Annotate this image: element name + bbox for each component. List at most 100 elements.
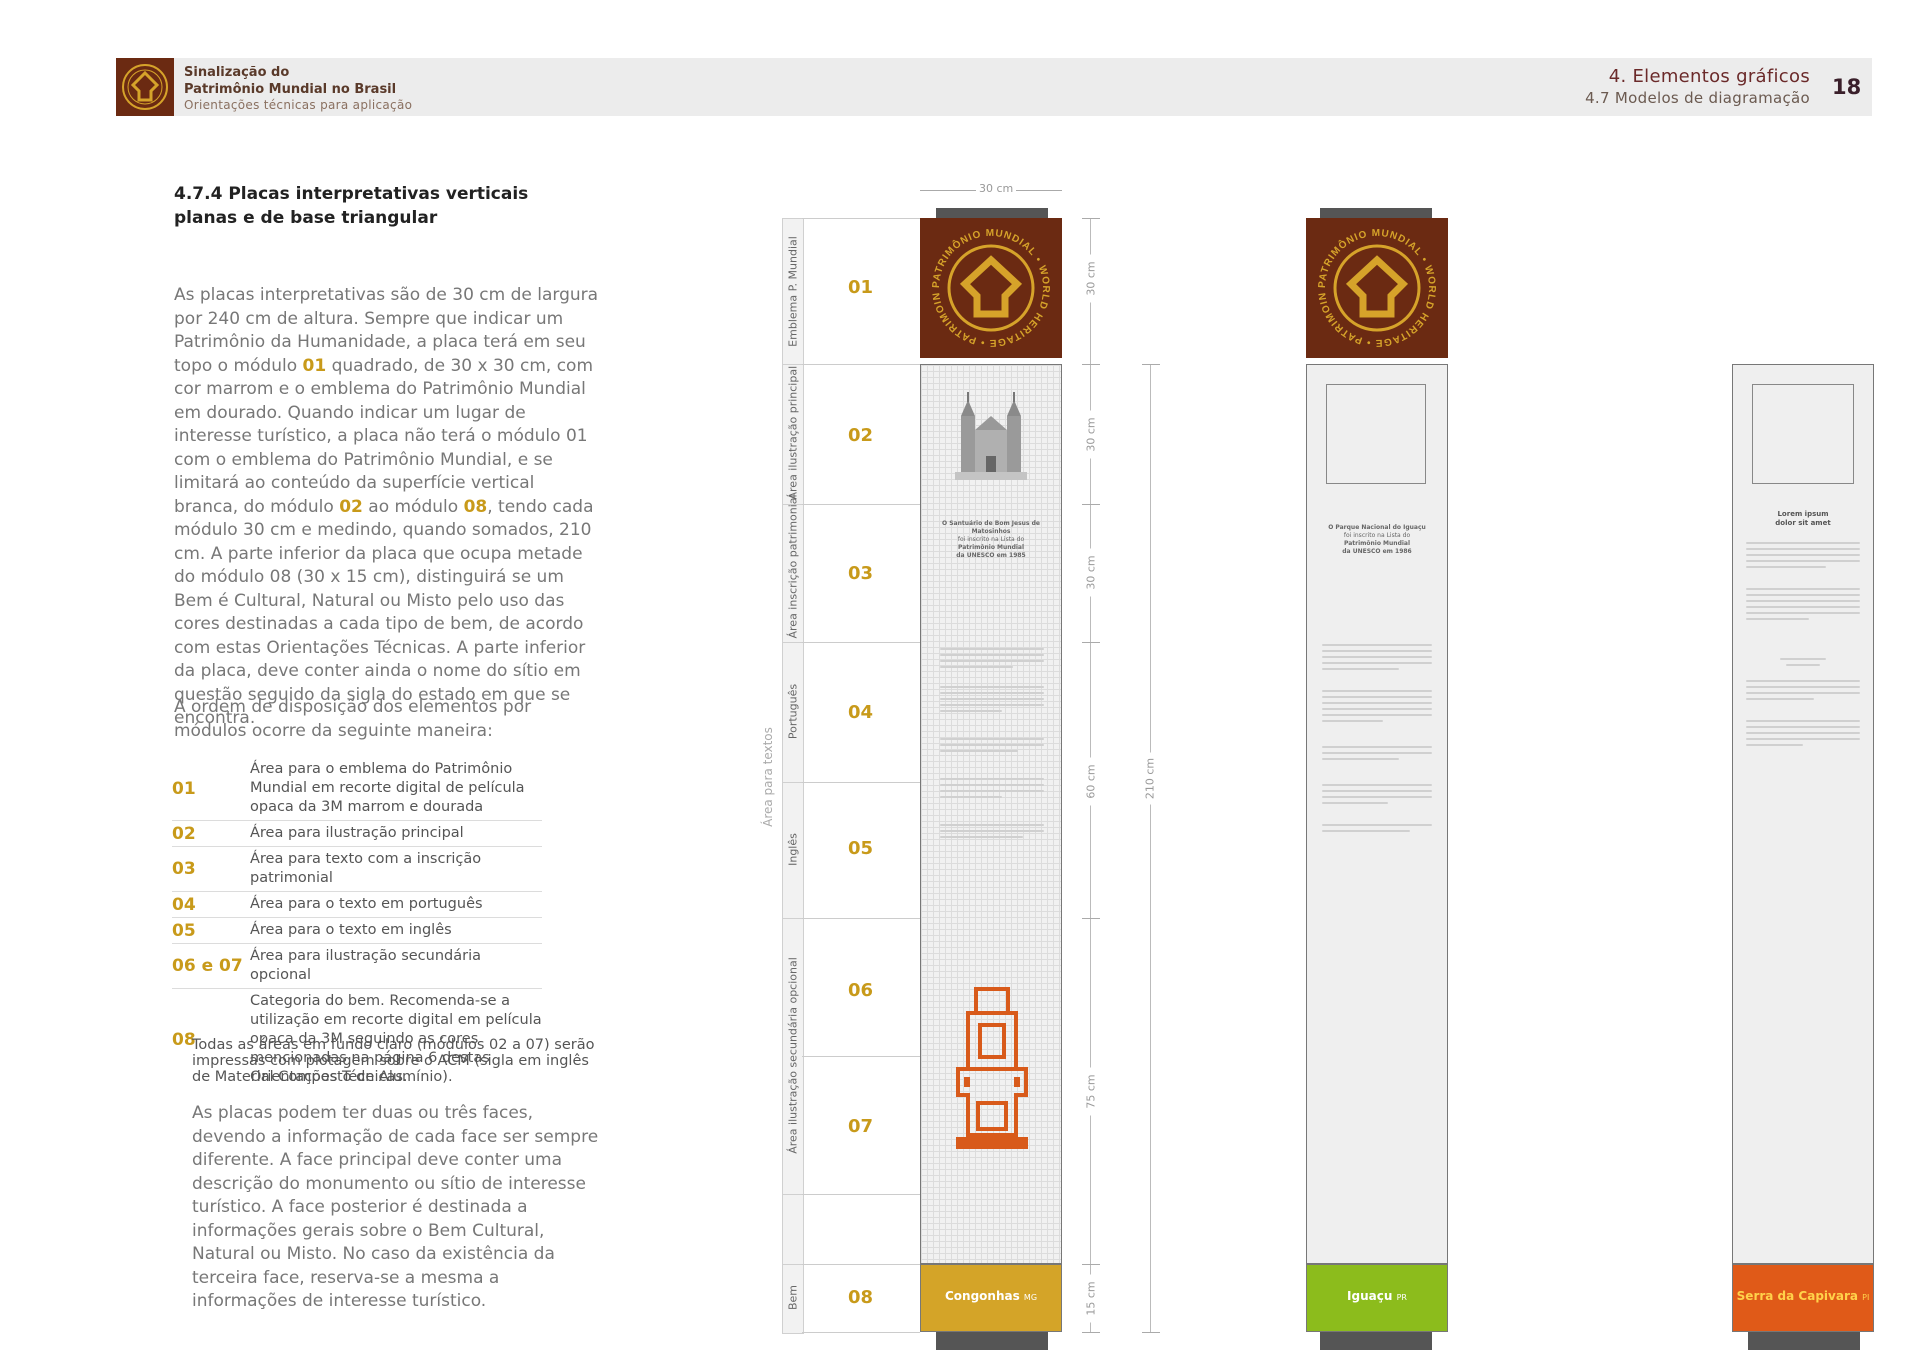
p1-highlight-01: 01	[302, 355, 327, 376]
order-paragraph: A ordem de disposição dos elementos por …	[174, 697, 532, 741]
dim-30-c: 30 cm	[1084, 548, 1098, 597]
plate1-text-lines	[940, 644, 1044, 842]
list-item: 05 Área para o texto em inglês	[172, 918, 542, 944]
list-item: 06 e 07 Área para ilustração secundária o…	[172, 944, 542, 989]
row-divider	[802, 504, 920, 505]
list-num: 05	[172, 920, 196, 941]
plate2-site-name: Iguaçu	[1347, 1289, 1393, 1303]
heading-line2: planas e de base triangular	[174, 208, 438, 228]
subsection-title: 4.7 Modelos de diagramação	[1585, 89, 1810, 107]
plate3-text-lines	[1746, 538, 1860, 750]
module-num-03: 03	[848, 563, 874, 584]
plate2-top-cap	[1320, 208, 1432, 218]
row-divider	[802, 918, 920, 919]
label-inscricao-text: Área inscrição patrimonial	[786, 494, 800, 639]
p1-highlight-02: 02	[339, 496, 363, 517]
label-inscricao: Área inscrição patrimonial	[782, 494, 804, 644]
dim-tick	[1082, 1332, 1100, 1333]
dim-60: 60 cm	[1084, 757, 1098, 806]
list-num: 04	[172, 894, 196, 915]
row-divider	[802, 642, 920, 643]
plate1-site-state: MG	[1023, 1293, 1038, 1302]
plate2-category-band: Iguaçu PR	[1306, 1264, 1448, 1332]
dim-tick	[1082, 1264, 1100, 1265]
label-secundaria-text: Área ilustração secundária opcional	[786, 957, 800, 1154]
module-num-01: 01	[848, 277, 874, 298]
label-bem-text: Bem	[786, 1284, 800, 1311]
row-divider	[802, 782, 920, 783]
row-frame	[802, 218, 920, 1333]
plate2-site-state: PR	[1396, 1293, 1407, 1302]
list-num: 01	[172, 778, 196, 799]
module-num-05: 05	[848, 838, 874, 859]
world-heritage-logo	[116, 58, 174, 116]
label-ilustracao: Área ilustração principal	[782, 364, 804, 506]
dim-total-tick	[1142, 364, 1160, 365]
dim-tick	[1082, 364, 1100, 365]
group-label: Área para textos	[761, 727, 775, 827]
module-num-06: 06	[848, 980, 874, 1001]
section-heading: 4.7.4 Placas interpretativas verticais p…	[174, 182, 614, 230]
row-divider	[802, 1056, 920, 1057]
module-num-08: 08	[848, 1287, 874, 1308]
list-text: Área para o texto em português	[250, 896, 483, 912]
plate2-inscription-title: O Parque Nacional do Iguaçu	[1328, 524, 1426, 531]
plate3-panel	[1732, 364, 1874, 1264]
plate3-base	[1748, 1332, 1860, 1350]
label-ingles-text: Inglês	[786, 833, 800, 866]
header-subtitle: Orientações técnicas para aplicação	[184, 98, 413, 112]
plate3-heading: Lorem ipsum dolor sit amet	[1775, 510, 1831, 527]
intro-paragraph: As placas interpretativas são de 30 cm d…	[174, 284, 599, 731]
plate1-base	[936, 1332, 1048, 1350]
plate2-text-lines	[1322, 640, 1432, 836]
plate2-inscription-l2: Patrimônio Mundial	[1343, 540, 1411, 547]
dim-tick	[1082, 642, 1100, 643]
label-portugues-text: Português	[786, 683, 800, 740]
plate2-site: Iguaçu PR	[1307, 1289, 1447, 1303]
list-item: 03 Área para texto com a inscrição patrim…	[172, 847, 542, 892]
list-num: 03	[172, 859, 196, 879]
module-num-04: 04	[848, 702, 874, 723]
p1-text-c: ao módulo	[362, 496, 464, 517]
plate3-site-state: PI	[1862, 1293, 1870, 1302]
list-item: 04 Área para o texto em português	[172, 892, 542, 918]
plate1-inscription-title: O Santuário de Bom Jesus de Matosinhos	[942, 520, 1040, 535]
plate2-base	[1320, 1332, 1432, 1350]
page-number: 18	[1832, 75, 1862, 99]
dim-tick	[1082, 918, 1100, 919]
plate1-top-cap	[936, 208, 1048, 218]
p1-text-d: , tendo cada módulo 30 cm e medindo, qua…	[174, 496, 594, 729]
faces-paragraph: As placas podem ter duas ou três faces, …	[192, 1103, 599, 1311]
plate1-inscription-l1: foi inscrito na Lista do	[957, 536, 1025, 543]
row-divider	[802, 1194, 920, 1195]
dim-tick	[1082, 504, 1100, 505]
list-text: Área para ilustração principal	[250, 825, 464, 841]
dim-210: 210 cm	[1143, 752, 1157, 805]
dim-total-tick	[1142, 1332, 1160, 1333]
plate2-image-placeholder	[1326, 384, 1426, 484]
heading-line1: 4.7.4 Placas interpretativas verticais	[174, 184, 529, 204]
plate1-category-band: Congonhas MG	[920, 1264, 1062, 1332]
label-ilustracao-text: Área ilustração principal	[786, 365, 800, 500]
module-num-07: 07	[848, 1116, 874, 1137]
plate2-inscription-l3: da UNESCO em 1986	[1342, 548, 1412, 555]
list-num: 06 e 07	[172, 956, 243, 976]
list-text: Área para texto com a inscrição patrimon…	[250, 851, 482, 886]
plate2-emblem: PATRIMÔNIO MUNDIAL • WORLD HERITAGE • PA…	[1301, 210, 1448, 358]
list-item: 02 Área para ilustração principal	[172, 821, 542, 847]
list-text: Área para ilustração secundária opcional	[250, 948, 481, 983]
floorplan-illustration	[954, 985, 1030, 1153]
plate2-inscription: O Parque Nacional do Iguaçu foi inscrito…	[1310, 524, 1444, 556]
plate3-site-name: Serra da Capivara	[1736, 1289, 1858, 1303]
dim-75: 75 cm	[1084, 1067, 1098, 1116]
plate1-emblem: PATRIMÔNIO MUNDIAL • WORLD HERITAGE • PA…	[915, 210, 1062, 358]
plate1-site-name: Congonhas	[944, 1289, 1020, 1303]
module-num-02: 02	[848, 425, 874, 446]
church-illustration	[955, 386, 1027, 482]
plate2-inscription-l1: foi inscrito na Lista do	[1343, 532, 1411, 539]
plate3-site: Serra da Capivara PI	[1733, 1289, 1873, 1303]
p1-highlight-08: 08	[463, 496, 488, 517]
label-bem: Bem	[782, 1264, 804, 1334]
plate3-category-band: Serra da Capivara PI	[1732, 1264, 1874, 1332]
list-num: 02	[172, 823, 196, 844]
